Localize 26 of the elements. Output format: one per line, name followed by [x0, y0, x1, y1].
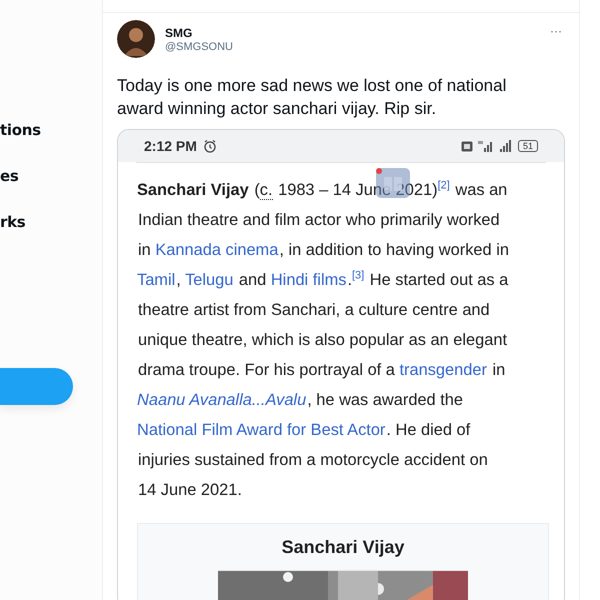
nav-item[interactable]: tions — [0, 121, 41, 139]
battery-level: 51 — [518, 140, 538, 152]
alarm-icon — [202, 139, 217, 153]
tweet-text: Today is one more sad news we lost one of national award winning actor sanchari vijay. Rip sir. — [117, 75, 508, 120]
avatar — [117, 20, 155, 58]
author-handle[interactable]: @SMGSONU — [165, 40, 234, 55]
infobox-title: Sanchari Vijay — [282, 536, 404, 559]
citation-link[interactable]: [2] — [438, 180, 450, 192]
article-link[interactable]: Telugu — [185, 271, 234, 289]
more-button[interactable]: ··· — [546, 24, 566, 38]
author-name[interactable]: SMG — [165, 26, 192, 40]
article-paragraph: Sanchari Vijay (c. 1983 – 14 June 2021)$^{[2]}$ was an Indian theatre and film actor who primarily worked in Kannada cinema, in addition to having worked in Tamil, Telugu and Hindi films.$^{[3]}$ He started out as a theatre artist from Sanchari, a culture centre and unique theatre, which is also popular as an elegant drama troupe. For his portrayal of a transgender in Naanu Avanalla...Avalu, he was awarded the National Film Award for Best Actor. He died of injuries sustained from a motorcycle accident on 14 June 2021. — [137, 178, 510, 501]
status-time: 2:12 PM — [144, 138, 197, 154]
article-link[interactable]: transgender — [399, 361, 487, 379]
app-notification-icon — [460, 140, 473, 152]
nav-item[interactable]: rks — [0, 213, 26, 231]
article-link[interactable]: Naanu Avanalla...Avalu — [137, 391, 306, 409]
signal-icon — [498, 140, 513, 152]
article-link[interactable]: National Film Award for Best Actor — [137, 421, 386, 439]
signal-icon — [478, 140, 494, 152]
article-link[interactable]: Kannada cinema — [155, 241, 278, 259]
nav-item[interactable]: es — [0, 167, 19, 185]
article-link[interactable]: Tamil — [137, 271, 176, 289]
article-link[interactable]: Hindi films — [270, 271, 346, 289]
tweet-button[interactable] — [0, 368, 73, 405]
citation-link[interactable]: [3] — [352, 270, 364, 282]
